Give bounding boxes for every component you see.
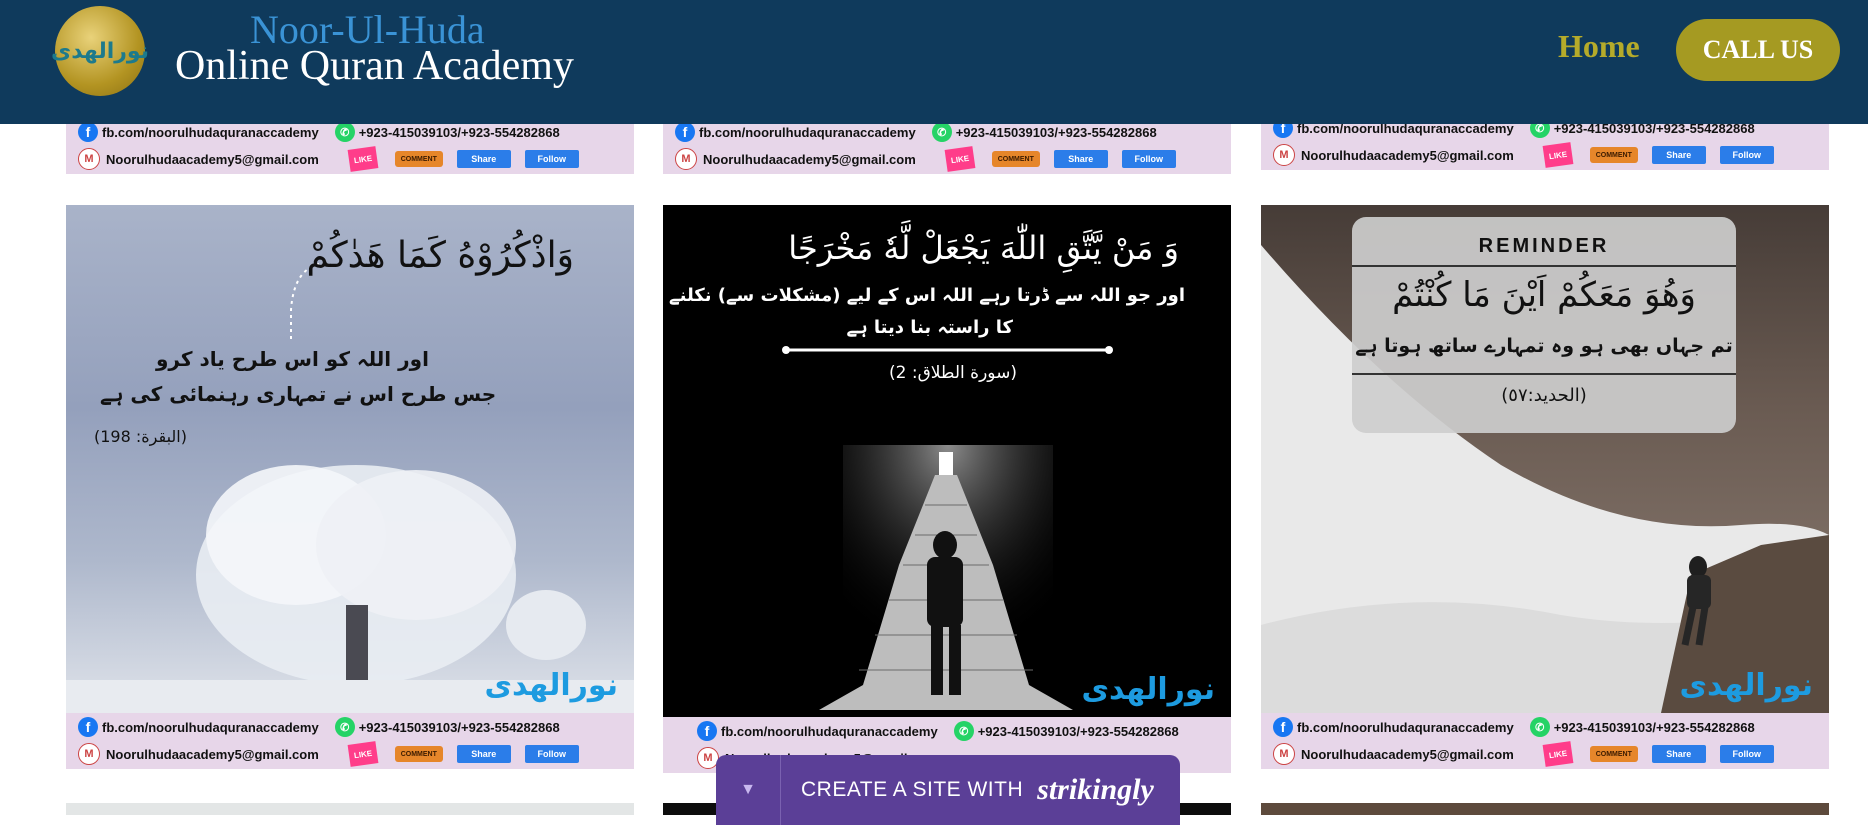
stairway-illustration (782, 346, 1113, 715)
whatsapp-icon: ✆ (931, 122, 952, 142)
card-footer-strip: f fb.com/noorulhudaquranaccademy ✆ +923-… (663, 118, 1231, 174)
card-image-cliff: REMINDER وَهُوَ مَعَكُمْ اَيْنَ مَا كُنْ… (1261, 205, 1829, 713)
gmail-icon: M (78, 743, 100, 765)
translation-line-2: جس طرح اس نے تمہاری رہنمائی کی ہے (100, 382, 497, 406)
share-button[interactable]: Share (456, 745, 511, 763)
gmail-icon: M (675, 148, 697, 170)
follow-button[interactable]: Follow (1121, 150, 1176, 168)
ayah-text: وَ مَنْ يَّتَّقِ اللّٰهَ يَجْعَلْ لَّهٗ … (788, 229, 1179, 267)
whatsapp-number[interactable]: +923-415039103/+923-554282868 (1554, 720, 1755, 735)
card-logo: نورالهدى (1679, 668, 1813, 703)
logo-text: نورالهدى (51, 38, 149, 64)
whatsapp-icon: ✆ (334, 717, 355, 737)
card-image-stairway: وَ مَنْ يَّتَّقِ اللّٰهَ يَجْعَلْ لَّهٗ … (663, 205, 1231, 717)
email-address[interactable]: Noorulhudaacademy5@gmail.com (106, 747, 319, 762)
like-icon: LIKE (944, 146, 976, 172)
follow-button[interactable]: Follow (1719, 745, 1774, 763)
brand-subtitle[interactable]: Online Quran Academy (175, 42, 574, 90)
gmail-icon: M (78, 148, 100, 170)
post-card-2[interactable]: وَ مَنْ يَّتَّقِ اللّٰهَ يَجْعَلْ لَّهٗ … (663, 205, 1231, 773)
facebook-icon: f (78, 122, 98, 142)
surah-reference: (الحديد:٥٧) (1501, 385, 1587, 406)
comment-icon: COMMENT (1589, 147, 1638, 163)
follow-button[interactable]: Follow (524, 745, 579, 763)
facebook-link[interactable]: fb.com/noorulhudaquranaccademy (699, 125, 916, 140)
facebook-link[interactable]: fb.com/noorulhudaquranaccademy (102, 720, 319, 735)
whatsapp-icon: ✆ (953, 721, 974, 741)
card-logo: نورالهدى (484, 668, 618, 703)
share-button[interactable]: Share (1651, 745, 1706, 763)
site-header: نورالهدى Noor-Ul-Huda Online Quran Acade… (0, 0, 1868, 124)
promo-brand: strikingly (1037, 773, 1154, 806)
translation-line-1: اور اللہ کو اس طرح یاد کرو (156, 347, 429, 371)
gmail-icon: M (1273, 144, 1295, 166)
next-card-3-preview[interactable] (1261, 803, 1829, 815)
card-footer-strip: f fb.com/noorulhudaquranaccademy ✆ +923-… (66, 713, 634, 769)
post-card-3[interactable]: REMINDER وَهُوَ مَعَكُمْ اَيْنَ مَا كُنْ… (1261, 205, 1829, 773)
follow-button[interactable]: Follow (1719, 146, 1774, 164)
facebook-icon: f (78, 717, 98, 737)
translation-line-1: تم جہاں بھی ہو وہ تمہارے ساتھ ہوتا ہے (1355, 335, 1733, 357)
comment-icon: COMMENT (394, 746, 443, 762)
post-card-1[interactable]: وَاذْكُرُوْهُ كَمَا هَدٰكُمْ اور اللہ کو… (66, 205, 634, 773)
like-icon: LIKE (347, 146, 379, 172)
whatsapp-number[interactable]: +923-415039103/+923-554282868 (956, 125, 1157, 140)
translation-line-1: اور جو اللہ سے ڈرتا رہے اللہ اس کے لیے (… (669, 285, 1185, 306)
divider (1352, 265, 1736, 267)
promo-text: CREATE A SITE WITH (801, 778, 1024, 801)
card-logo: نورالهدى (1081, 672, 1215, 707)
surah-reference: (سورة الطلاق: 2) (889, 363, 1017, 383)
gmail-icon: M (1273, 743, 1295, 765)
card-footer-strip: f fb.com/noorulhudaquranaccademy ✆ +923-… (1261, 713, 1829, 769)
comment-icon: COMMENT (991, 151, 1040, 167)
share-button[interactable]: Share (456, 150, 511, 168)
email-address[interactable]: Noorulhudaacademy5@gmail.com (1301, 148, 1514, 163)
comment-icon: COMMENT (394, 151, 443, 167)
facebook-link[interactable]: fb.com/noorulhudaquranaccademy (721, 724, 938, 739)
facebook-icon: f (1273, 717, 1293, 737)
facebook-icon: f (697, 721, 717, 741)
facebook-link[interactable]: fb.com/noorulhudaquranaccademy (102, 125, 319, 140)
follow-button[interactable]: Follow (524, 150, 579, 168)
whatsapp-number[interactable]: +923-415039103/+923-554282868 (978, 724, 1179, 739)
share-button[interactable]: Share (1651, 146, 1706, 164)
reminder-panel: REMINDER وَهُوَ مَعَكُمْ اَيْنَ مَا كُنْ… (1352, 217, 1736, 433)
share-button[interactable]: Share (1053, 150, 1108, 168)
like-icon: LIKE (1542, 142, 1574, 168)
facebook-icon: f (675, 122, 695, 142)
academy-logo[interactable]: نورالهدى (51, 6, 149, 96)
whatsapp-icon: ✆ (1529, 717, 1550, 737)
like-icon: LIKE (347, 741, 379, 767)
whatsapp-number[interactable]: +923-415039103/+923-554282868 (359, 720, 560, 735)
ayah-text: وَاذْكُرُوْهُ كَمَا هَدٰكُمْ (306, 235, 574, 276)
email-address[interactable]: Noorulhudaacademy5@gmail.com (703, 152, 916, 167)
divider (1352, 373, 1736, 375)
facebook-link[interactable]: fb.com/noorulhudaquranaccademy (1297, 720, 1514, 735)
reminder-title: REMINDER (1478, 235, 1610, 257)
surah-reference: (البقرة: 198) (94, 427, 187, 446)
email-address[interactable]: Noorulhudaacademy5@gmail.com (106, 152, 319, 167)
comment-icon: COMMENT (1589, 746, 1638, 762)
call-us-button[interactable]: CALL US (1676, 19, 1840, 81)
email-address[interactable]: Noorulhudaacademy5@gmail.com (1301, 747, 1514, 762)
like-icon: LIKE (1542, 741, 1574, 767)
next-card-1-preview[interactable] (66, 803, 634, 815)
card-footer-strip: f fb.com/noorulhudaquranaccademy ✆ +923-… (66, 118, 634, 174)
translation-line-2: کا راستہ بنا دیتا ہے (846, 317, 1013, 338)
whatsapp-icon: ✆ (334, 122, 355, 142)
snowy-tree-illustration (66, 262, 634, 713)
ayah-text: وَهُوَ مَعَكُمْ اَيْنَ مَا كُنْتُمْ (1392, 275, 1696, 315)
whatsapp-number[interactable]: +923-415039103/+923-554282868 (359, 125, 560, 140)
nav-home-link[interactable]: Home (1558, 28, 1640, 65)
card-image-snowy-tree: وَاذْكُرُوْهُ كَمَا هَدٰكُمْ اور اللہ کو… (66, 205, 634, 713)
